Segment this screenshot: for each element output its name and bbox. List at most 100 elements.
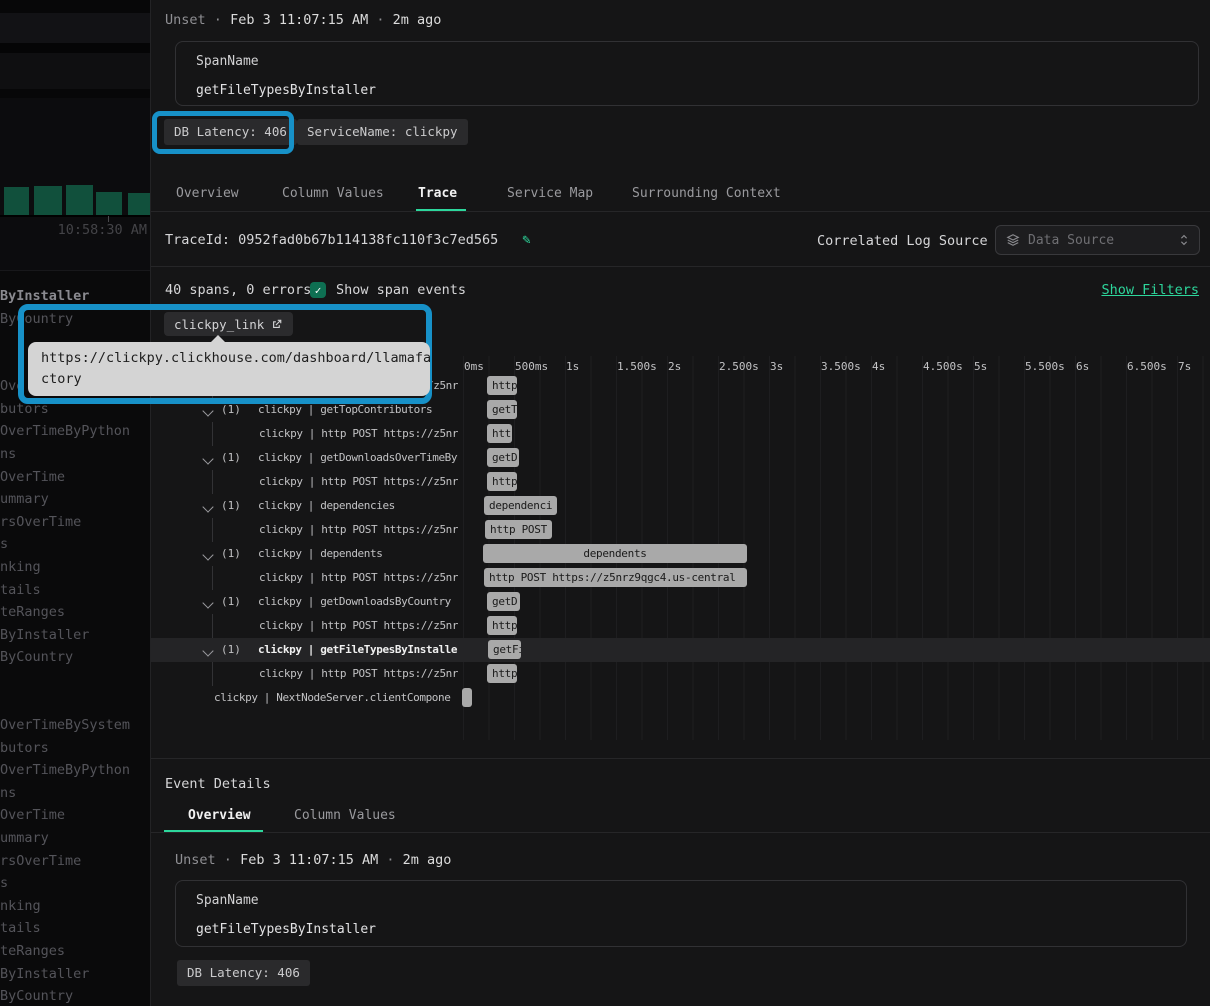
span-row[interactable]: (1) clickpy | getDownloadsByCountry getD	[151, 590, 1210, 614]
trace-id-row: TraceId: 0952fad0b67b114138fc110f3c7ed56…	[165, 232, 531, 248]
span-row-name: clickpy | http POST https://z5nrz	[151, 614, 458, 638]
background-list-item: ByInstaller	[0, 287, 89, 305]
span-count-summary: 40 spans, 0 errors	[165, 282, 311, 298]
clickpy-link-button[interactable]: clickpy_link	[164, 312, 293, 336]
background-list-item: ByCountry	[0, 310, 73, 328]
span-row-name: clickpy | http POST https://z5nrz	[151, 518, 458, 542]
span-duration-bar[interactable]: getFi	[488, 640, 521, 659]
span-row[interactable]: (1)clickpy | dependencies dependenci	[151, 494, 1210, 518]
span-name-value: getFileTypesByInstaller	[196, 83, 1178, 98]
chevron-down-icon[interactable]	[202, 645, 213, 656]
time-axis-tick: 3.500s	[821, 360, 861, 373]
span-row-name: clickpy | http POST https://z5nrz	[151, 470, 458, 494]
background-list-item: ByCountry	[0, 648, 73, 666]
chevron-down-icon[interactable]	[202, 597, 213, 608]
time-axis-tick: 2s	[668, 360, 681, 373]
time-axis-tick: 4s	[872, 360, 885, 373]
span-label: clickpy | getTopContributors	[258, 398, 432, 422]
mini-chart-bar	[4, 187, 29, 215]
tab-column-values[interactable]: Column Values	[282, 186, 384, 201]
span-duration-bar[interactable]	[462, 688, 472, 707]
span-duration-bar[interactable]: http	[487, 472, 517, 491]
span-label: clickpy | getDownloadsByCountry	[258, 590, 451, 614]
span-row[interactable]: clickpy | http POST https://z5nrz http	[151, 470, 1210, 494]
background-list-item: nking	[0, 558, 41, 576]
span-duration-bar[interactable]: dependenci	[484, 496, 557, 515]
span-row[interactable]: (1)clickpy | getFileTypesByInstaller getF…	[151, 638, 1210, 662]
span-row[interactable]: clickpy | http POST https://z5nrz http	[151, 614, 1210, 638]
background-list-item: Ove	[0, 377, 24, 395]
span-row[interactable]: clickpy | NextNodeServer.clientCompone	[151, 686, 1210, 710]
span-row-name: (1)clickpy | getFileTypesByInstaller	[151, 638, 458, 662]
span-row[interactable]: (1)clickpy | getDownloadsOverTimeBySgetD	[151, 446, 1210, 470]
status-label: Unset	[165, 12, 206, 28]
show-filters-link[interactable]: Show Filters	[1101, 282, 1199, 298]
service-name-badge[interactable]: ServiceName: clickpy	[297, 119, 468, 145]
child-count: (1)	[221, 542, 241, 566]
ed-event-timestamp: Feb 3 11:07:15 AM	[240, 852, 378, 868]
trace-id: TraceId: 0952fad0b67b114138fc110f3c7ed56…	[165, 232, 498, 248]
data-source-select[interactable]: Data Source	[995, 225, 1200, 255]
tab-trace[interactable]: Trace	[418, 186, 457, 201]
span-duration-bar[interactable]: http	[487, 376, 517, 395]
db-latency-badge[interactable]: DB Latency: 406	[164, 119, 297, 145]
event-timestamp: Feb 3 11:07:15 AM	[230, 12, 368, 28]
chevron-up-down-icon	[1179, 233, 1189, 247]
span-duration-bar[interactable]: dependents	[483, 544, 747, 563]
span-row-name: clickpy | NextNodeServer.clientCompone	[151, 686, 458, 710]
span-row[interactable]: clickpy | http POST https://z5nrzhttp PO…	[151, 566, 1210, 590]
span-duration-bar[interactable]: http	[487, 664, 517, 683]
child-count: (1)	[221, 590, 241, 614]
background-list-item: s	[0, 874, 8, 892]
span-row[interactable]: clickpy | http POST https://z5nrzhtt	[151, 422, 1210, 446]
tooltip-arrow	[210, 335, 226, 343]
span-row[interactable]: (1)clickpy | getTopContributorsgetT	[151, 398, 1210, 422]
span-duration-bar[interactable]: http	[487, 616, 517, 635]
divider	[0, 270, 150, 271]
ed-span-name-key: SpanName	[196, 893, 1166, 908]
ed-tab-column-values[interactable]: Column Values	[294, 808, 396, 823]
span-row[interactable]: clickpy | http POST https://z5nrz http PO…	[151, 518, 1210, 542]
chevron-down-icon[interactable]	[202, 453, 213, 464]
chevron-down-icon[interactable]	[202, 405, 213, 416]
span-track: http POST	[458, 518, 1210, 542]
time-axis-tick: 0ms	[464, 360, 484, 373]
background-row-stripe	[0, 0, 150, 13]
background-row-stripe	[0, 89, 150, 98]
span-duration-bar[interactable]: getD	[487, 448, 519, 467]
ed-tab-overview[interactable]: Overview	[188, 808, 251, 823]
tooltip-url-line1: https://clickpy.clickhouse.com/dashboard…	[41, 348, 417, 369]
tab-overview[interactable]: Overview	[176, 186, 239, 201]
edit-pencil-icon[interactable]: ✎	[522, 232, 530, 248]
ed-event-meta: Unset · Feb 3 11:07:15 AM · 2m ago	[175, 852, 451, 868]
tab-surrounding-context[interactable]: Surrounding Context	[632, 186, 781, 201]
show-span-events-checkbox[interactable]	[310, 282, 326, 298]
tab-service-map[interactable]: Service Map	[507, 186, 593, 201]
span-label: clickpy | getFileTypesByInstaller	[258, 638, 458, 662]
event-meta: Unset · Feb 3 11:07:15 AM · 2m ago	[165, 12, 441, 28]
span-duration-bar[interactable]: getD	[487, 592, 520, 611]
span-row-name: (1)clickpy | dependencies	[151, 494, 458, 518]
panel-tabs: Overview Column Values Trace Service Map…	[151, 178, 1210, 212]
span-label: clickpy | http POST https://z5nrz	[259, 470, 458, 494]
time-axis-tick: 7s	[1178, 360, 1191, 373]
background-list-item: ns	[0, 445, 16, 463]
span-duration-bar[interactable]: getT	[487, 400, 517, 419]
divider	[151, 758, 1210, 759]
ed-db-latency-badge[interactable]: DB Latency: 406	[177, 960, 310, 986]
span-duration-bar[interactable]: http POST https://z5nrz9qgc4.us-central	[484, 568, 747, 587]
span-duration-bar[interactable]: htt	[487, 424, 512, 443]
background-row-stripe	[0, 53, 150, 89]
chevron-down-icon[interactable]	[202, 549, 213, 560]
span-row[interactable]: clickpy | http POST https://z5nrzhttp	[151, 662, 1210, 686]
tree-guide-line	[212, 566, 213, 590]
chevron-down-icon[interactable]	[202, 501, 213, 512]
chart-baseline	[0, 215, 150, 217]
span-name-card: SpanName getFileTypesByInstaller	[175, 41, 1199, 106]
background-list-item: OverTimeByPython	[0, 761, 130, 779]
span-duration-bar[interactable]: http POST	[485, 520, 552, 539]
span-label: clickpy | getDownloadsOverTimeByS	[258, 446, 458, 470]
span-row[interactable]: (1)clickpy | dependentsdependents	[151, 542, 1210, 566]
time-axis-tick: 6s	[1076, 360, 1089, 373]
ed-status-label: Unset	[175, 852, 216, 868]
